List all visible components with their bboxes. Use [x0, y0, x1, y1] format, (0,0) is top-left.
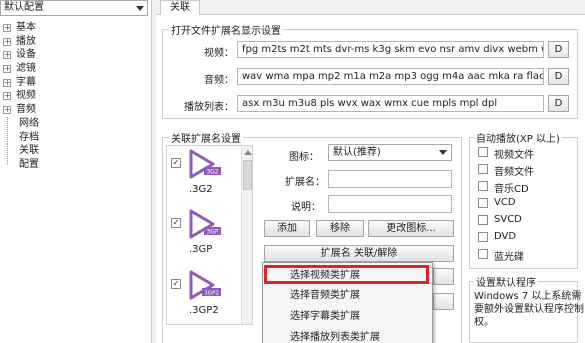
profile-dropdown[interactable]: 默认配置: [0, 0, 148, 16]
icon-dropdown-value: 默认(推荐): [333, 147, 381, 158]
expand-icon[interactable]: +: [3, 106, 11, 115]
media-file-icon: 3GP2: [189, 270, 221, 300]
add-button[interactable]: 添加: [264, 220, 310, 237]
video-files-checkbox[interactable]: [478, 147, 488, 157]
extension-name: .3G2: [189, 184, 213, 195]
icon-label: 图标：: [289, 152, 319, 163]
video-ext-label: 视频：: [204, 48, 234, 59]
svg-text:3GP: 3GP: [206, 229, 218, 236]
extension-checkbox[interactable]: ✓: [171, 218, 181, 228]
settings-tree-panel: 默认配置 + 基本 + 播放 + 设备 + 滤镜 + 字幕 + 视频 + 音频 网络 存档 关…: [0, 0, 152, 343]
expand-icon[interactable]: +: [3, 37, 11, 46]
video-default-button[interactable]: D: [548, 41, 569, 58]
extension-select-menu: 选择视频类扩展 选择音频类扩展 选择字幕类扩展 选择播放列表类扩展: [262, 262, 433, 343]
svg-text:3G2: 3G2: [206, 169, 218, 176]
description-input[interactable]: [328, 195, 452, 213]
extension-name: .3GP2: [189, 305, 219, 316]
scroll-up-icon[interactable]: [244, 150, 252, 155]
expand-icon[interactable]: +: [3, 78, 11, 87]
playlist-ext-field[interactable]: asx m3u m3u8 pls wvx wax wmx cue mpls mp…: [237, 95, 544, 112]
playlist-ext-label: 播放列表：: [184, 102, 234, 113]
svcd-label: SVCD: [494, 214, 522, 225]
extension-list[interactable]: ✓ 3G2 .3G2 ✓ 3GP .3GP ✓ 3GP2 .3GP2: [166, 145, 253, 325]
hidden-button[interactable]: [433, 268, 454, 285]
profile-dropdown-value: 默认配置: [4, 2, 44, 13]
menu-item-select-audio[interactable]: 选择音频类扩展: [263, 286, 432, 305]
remove-button[interactable]: 移除: [316, 220, 364, 237]
media-file-icon: 3GP: [189, 209, 221, 239]
audio-ext-field[interactable]: wav wma mpa mp2 m1a m2a mp3 ogg m4a aac …: [237, 68, 544, 85]
video-files-label: 视频文件: [494, 150, 534, 161]
extension-checkbox[interactable]: ✓: [171, 158, 181, 168]
audio-default-button[interactable]: D: [548, 68, 569, 85]
svcd-checkbox[interactable]: [478, 215, 488, 225]
expand-icon[interactable]: +: [3, 65, 11, 74]
hidden-button[interactable]: [433, 293, 454, 310]
expand-icon[interactable]: +: [3, 92, 11, 101]
chevron-down-icon: [136, 6, 144, 11]
playlist-default-button[interactable]: D: [548, 95, 569, 112]
associate-toggle-button[interactable]: 扩展名 关联/解除: [264, 245, 454, 262]
list-item[interactable]: ✓ 3G2 .3G2: [167, 148, 242, 208]
chevron-down-icon: [439, 150, 447, 155]
bluray-checkbox[interactable]: [478, 249, 488, 259]
vcd-checkbox[interactable]: [478, 198, 488, 208]
extension-name: .3GP: [189, 244, 213, 255]
icon-dropdown[interactable]: 默认(推荐): [328, 144, 452, 161]
vcd-label: VCD: [494, 197, 516, 208]
expand-icon[interactable]: +: [3, 24, 11, 32]
default-program-title: 设置默认程序: [474, 274, 538, 289]
audio-files-checkbox[interactable]: [478, 164, 488, 174]
change-icon-button[interactable]: 更改图标...: [368, 220, 454, 237]
menu-item-select-playlist[interactable]: 选择播放列表类扩展: [263, 328, 432, 343]
menu-item-select-subtitle[interactable]: 选择字幕类扩展: [263, 307, 432, 326]
tab-association[interactable]: 关联: [160, 0, 200, 15]
list-scrollbar[interactable]: [241, 146, 252, 324]
default-program-note: Windows 7 以上系统需要额外设置默认程序控制权。: [474, 291, 584, 328]
association-page: 打开文件扩展名显示设置 视频： fpg m2ts m2t mts dvr-ms …: [156, 15, 585, 343]
list-item[interactable]: ✓ 3GP2 .3GP2: [167, 269, 242, 324]
media-file-icon: 3G2: [189, 149, 221, 179]
tab-bar: 关联: [156, 0, 585, 15]
dvd-label: DVD: [494, 231, 517, 242]
expand-icon[interactable]: +: [3, 51, 11, 60]
extension-input[interactable]: [328, 170, 452, 188]
description-label: 说明：: [291, 202, 321, 213]
display-settings-title: 打开文件扩展名显示设置: [169, 22, 283, 37]
audio-files-label: 音频文件: [494, 167, 534, 178]
extension-checkbox[interactable]: ✓: [171, 279, 181, 289]
bluray-label: 蓝光碟: [494, 252, 524, 263]
video-ext-field[interactable]: fpg m2ts m2t mts dvr-ms k3g skm evo nsr …: [237, 41, 544, 58]
extension-label: 扩展名：: [285, 177, 325, 188]
music-cd-label: 音乐CD: [494, 184, 529, 195]
autoplay-group-title: 自动播放(XP 以上): [474, 130, 562, 145]
list-item[interactable]: ✓ 3GP .3GP: [167, 208, 242, 268]
association-group-title: 关联扩展名设置: [169, 130, 243, 145]
music-cd-checkbox[interactable]: [478, 181, 488, 191]
svg-text:3GP2: 3GP2: [204, 291, 219, 297]
audio-ext-label: 音频：: [204, 75, 234, 86]
highlight-box: [264, 265, 429, 284]
scroll-thumb[interactable]: [243, 160, 252, 190]
dvd-checkbox[interactable]: [478, 232, 488, 242]
